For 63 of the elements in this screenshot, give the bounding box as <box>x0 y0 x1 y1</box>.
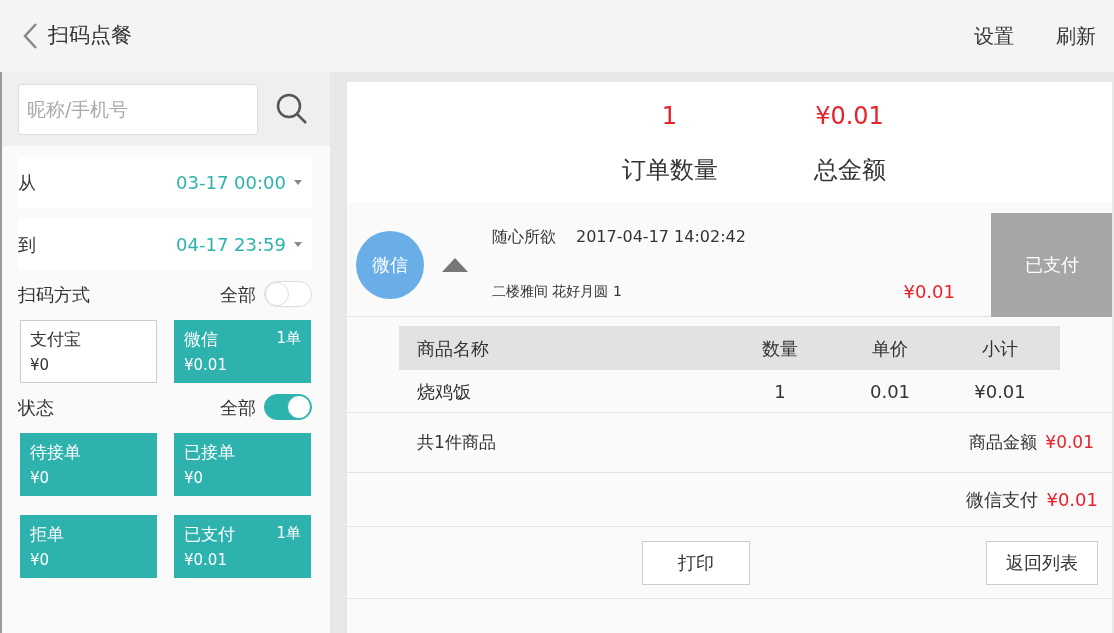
tile-amount: ¥0 <box>184 467 205 489</box>
tile-amount: ¥0 <box>30 354 51 376</box>
filter-tile[interactable]: 微信 1单 ¥0.01 <box>174 320 311 383</box>
date-picker[interactable]: 03-17 00:00 <box>176 168 302 196</box>
filter-title: 扫码方式 <box>18 282 90 307</box>
stat-label: 总金额 <box>813 154 886 186</box>
toggle-switch[interactable] <box>264 394 312 420</box>
column-header: 小计 <box>981 336 1019 361</box>
status-button[interactable]: 已支付 <box>991 212 1112 317</box>
search-icon[interactable] <box>276 93 308 125</box>
column-header: 单价 <box>871 336 909 361</box>
item-count: 共1件商品 <box>417 430 496 454</box>
filter-title: 状态 <box>18 395 54 420</box>
column-header: 数量 <box>761 336 799 361</box>
all-label: 全部 <box>220 282 256 307</box>
caret-icon <box>294 241 302 247</box>
order-time: 2017-04-17 14:02:42 <box>576 225 746 248</box>
print-button[interactable]: 打印 <box>642 540 750 585</box>
tile-amount: ¥0 <box>30 467 51 489</box>
tile-name: 已接单 <box>184 441 235 464</box>
stat-value: 1 <box>661 100 678 132</box>
goods-amount: ¥0.01 <box>1045 431 1094 452</box>
tile-amount: ¥0.01 <box>184 549 228 571</box>
customer-name: 随心所欲 <box>492 225 556 248</box>
tile-name: 已支付 <box>184 523 235 546</box>
back-icon[interactable] <box>22 22 38 50</box>
payment-label: 微信支付 <box>966 488 1039 512</box>
payment-badge: 微信 <box>356 230 424 299</box>
stat-value: ¥0.01 <box>815 100 884 132</box>
date-picker[interactable]: 04-17 23:59 <box>176 230 302 258</box>
table-cell-text: ¥0.01 <box>973 379 1027 404</box>
filter-tile[interactable]: 已支付 1单 ¥0.01 <box>174 515 311 578</box>
search-field[interactable]: 昵称/手机号 <box>18 83 258 135</box>
date-label: 从 <box>18 170 36 195</box>
header-action[interactable]: 设置 <box>974 21 1014 51</box>
filter-tile[interactable]: 已接单 ¥0 <box>174 433 311 496</box>
caret-icon <box>294 179 302 185</box>
page-title: 扫码点餐 <box>48 22 132 50</box>
table-cell-text: 0.01 <box>868 379 912 404</box>
tile-amount: ¥0.01 <box>184 354 228 376</box>
payment-amount: ¥0.01 <box>1046 488 1098 512</box>
filter-tile[interactable]: 待接单 ¥0 <box>20 433 157 496</box>
filter-tile[interactable]: 拒单 ¥0 <box>20 515 157 578</box>
tile-name: 待接单 <box>30 441 81 464</box>
tile-count: 1单 <box>276 328 301 349</box>
table-cell-text: 1 <box>773 379 787 404</box>
goods-amount-label: 商品金额 <box>969 431 1038 452</box>
tile-amount: ¥0 <box>30 549 51 571</box>
back-to-list-button[interactable]: 返回列表 <box>986 540 1098 585</box>
table-name: 二楼雅间 花好月圆 1 <box>492 281 622 301</box>
filter-tile[interactable]: 支付宝 ¥0 <box>20 320 157 383</box>
all-label: 全部 <box>220 395 256 420</box>
order-amount: ¥0.01 <box>903 279 955 304</box>
stat-label: 订单数量 <box>621 154 718 186</box>
collapse-icon[interactable] <box>442 257 468 272</box>
column-header: 商品名称 <box>417 336 490 361</box>
date-label: 到 <box>18 232 36 257</box>
tile-name: 拒单 <box>30 523 64 546</box>
tile-name: 支付宝 <box>30 328 81 351</box>
table-cell-text: 烧鸡饭 <box>417 379 472 404</box>
tile-name: 微信 <box>184 328 218 351</box>
header-action[interactable]: 刷新 <box>1056 21 1096 51</box>
tile-count: 1单 <box>276 523 301 544</box>
